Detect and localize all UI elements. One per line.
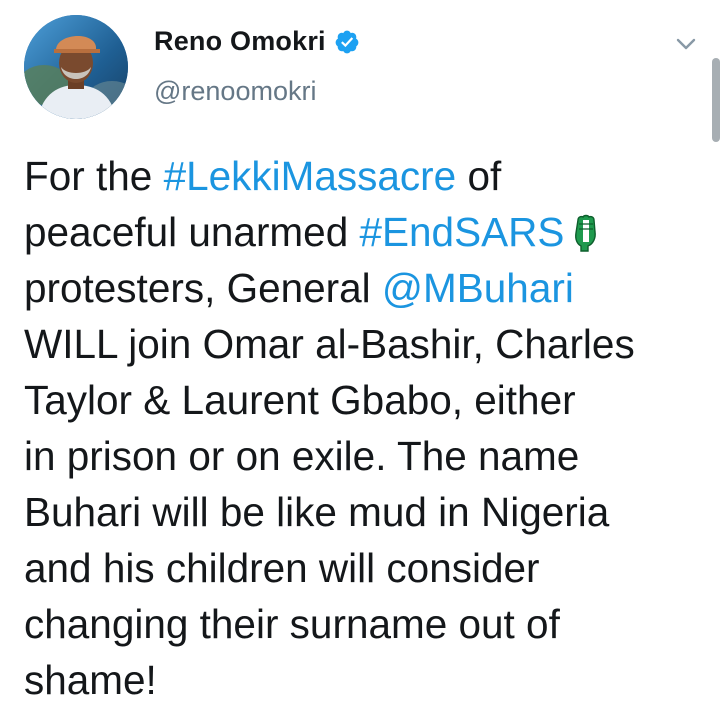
- tweet-line: Buhari will be like mud in Nigeria: [24, 489, 610, 535]
- chevron-down-icon[interactable]: [674, 32, 698, 56]
- raised-fist-nigeria-icon: [575, 214, 597, 252]
- tweet-text-fragment: peaceful unarmed: [24, 209, 360, 255]
- tweet-text-fragment: protesters, General: [24, 265, 382, 311]
- tweet-line: in prison or on exile. The name: [24, 433, 580, 479]
- author-handle[interactable]: @renoomokri: [154, 76, 316, 107]
- tweet-text-fragment: of: [456, 153, 502, 199]
- tweet-line: shame!: [24, 657, 157, 703]
- tweet-line: and his children will consider: [24, 545, 540, 591]
- mention-link[interactable]: @MBuhari: [382, 265, 574, 311]
- hashtag-link[interactable]: #LekkiMassacre: [164, 153, 457, 199]
- tweet-line: peaceful unarmed #EndSARS: [24, 204, 704, 260]
- tweet-line: protesters, General @MBuhari: [24, 260, 704, 316]
- hashtag-link[interactable]: #EndSARS: [359, 209, 564, 255]
- tweet-line: WILL join Omar al-Bashir, Charles: [24, 321, 635, 367]
- author-avatar[interactable]: [24, 15, 128, 119]
- tweet-line: For the #LekkiMassacre of: [24, 148, 704, 204]
- tweet-line: changing their surname out of: [24, 601, 560, 647]
- avatar-photo: [24, 15, 128, 119]
- tweet-text: For the #LekkiMassacre of peaceful unarm…: [24, 148, 704, 708]
- scrollbar-thumb[interactable]: [712, 58, 720, 142]
- author-display-name[interactable]: Reno Omokri: [154, 26, 326, 57]
- author-name-row: Reno Omokri: [154, 26, 360, 57]
- tweet-line: Taylor & Laurent Gbabo, either: [24, 377, 576, 423]
- tweet: Reno Omokri @renoomokri For the #LekkiMa…: [0, 0, 720, 707]
- verified-badge-icon: [335, 30, 359, 53]
- tweet-text-fragment: For the: [24, 153, 164, 199]
